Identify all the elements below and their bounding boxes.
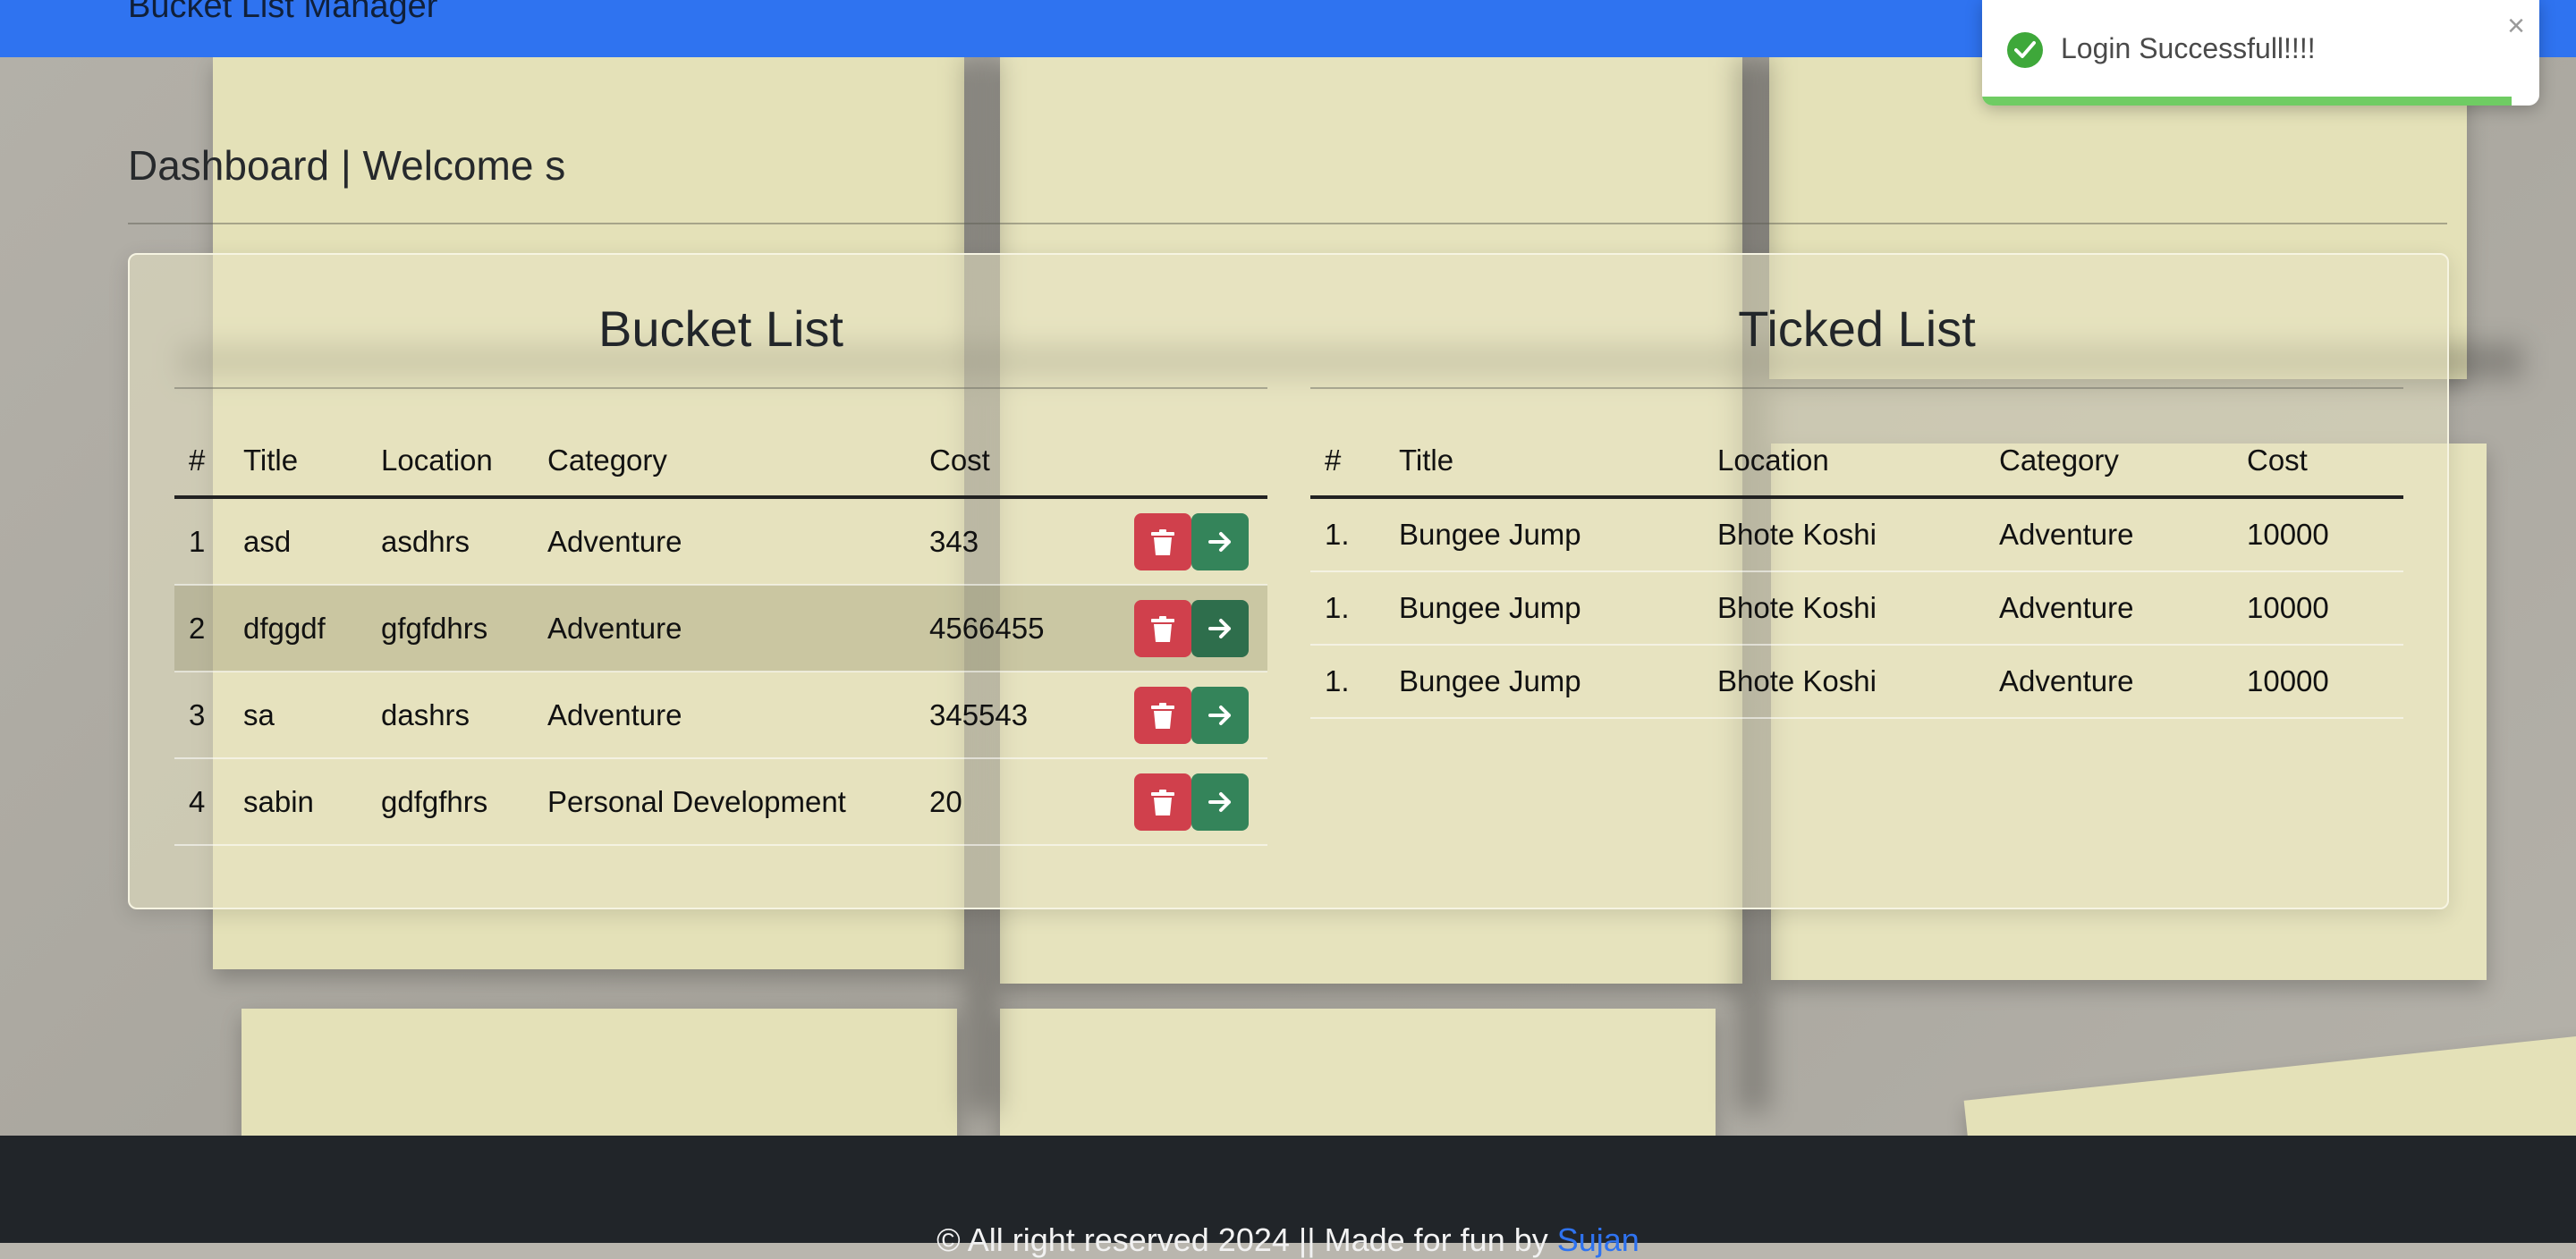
row-cost: 343 [929,497,1134,586]
row-category: Adventure [1999,497,2247,572]
row-title: asd [243,497,381,586]
row-category: Adventure [1999,645,2247,719]
tick-button[interactable] [1191,512,1249,570]
tick-button[interactable] [1191,599,1249,657]
row-cost: 10000 [2247,645,2403,719]
column-header-location: Location [1717,425,1999,499]
footer: © All right reserved 2024 || Made for fu… [0,1136,2576,1258]
trash-icon [1151,528,1174,555]
delete-button[interactable] [1134,773,1191,831]
table-row: 1 asd asdhrs Adventure 343 [174,497,1267,586]
trash-icon [1151,789,1174,815]
row-title: Bungee Jump [1399,497,1717,572]
row-location: gdfgfhrs [381,758,547,846]
page-title: Dashboard | Welcome s [128,142,566,189]
column-header-location: Location [381,425,547,499]
arrow-right-icon [1208,618,1231,638]
author-link[interactable]: Sujan [1557,1221,1640,1258]
bucket-table: # Title Location Category Cost 1 asd asd… [174,425,1267,846]
row-cost: 4566455 [929,585,1134,672]
row-category: Adventure [547,497,929,586]
table-row: 3 sa dashrs Adventure 345543 [174,672,1267,759]
table-header-row: # Title Location Category Cost [174,425,1267,499]
row-cost: 20 [929,758,1134,846]
toast-progress-bar [1982,97,2512,106]
dashboard-panel: Bucket List # Title Location Category Co… [128,253,2449,909]
column-header-num: # [1310,425,1399,499]
column-header-category: Category [547,425,929,499]
tick-button[interactable] [1191,773,1249,831]
row-location: Bhote Koshi [1717,497,1999,572]
row-title: sa [243,672,381,759]
footer-text: © All right reserved 2024 || Made for fu… [0,1221,2576,1259]
row-category: Personal Development [547,758,929,846]
row-number: 2 [174,585,243,672]
row-number: 3 [174,672,243,759]
row-actions [1134,497,1267,586]
row-location: asdhrs [381,497,547,586]
column-header-category: Category [1999,425,2247,499]
row-number: 1. [1310,497,1399,572]
arrow-right-icon [1208,791,1231,812]
row-number: 1 [174,497,243,586]
row-cost: 345543 [929,672,1134,759]
table-row: 2 dfggdf gfgfdhrs Adventure 4566455 [174,585,1267,672]
column-header-cost: Cost [929,425,1134,499]
row-category: Adventure [547,672,929,759]
trash-icon [1151,702,1174,729]
row-actions [1134,672,1267,759]
divider [128,223,2447,224]
row-category: Adventure [547,585,929,672]
row-number: 1. [1310,645,1399,719]
column-header-title: Title [1399,425,1717,499]
table-row: 1. Bungee Jump Bhote Koshi Adventure 100… [1310,645,2403,719]
brand-link[interactable]: Bucket List Manager [128,0,437,26]
login-toast: Login Successfull!!!! × [1982,0,2539,106]
row-actions [1134,758,1267,846]
row-actions [1134,585,1267,672]
ticked-list-title: Ticked List [1738,300,1976,357]
row-number: 1. [1310,571,1399,646]
trash-icon [1151,615,1174,642]
toast-message: Login Successfull!!!! [2061,32,2316,64]
ticked-divider [1310,387,2403,389]
delete-button[interactable] [1134,686,1191,744]
row-cost: 10000 [2247,571,2403,646]
row-location: gfgfdhrs [381,585,547,672]
row-title: Bungee Jump [1399,645,1717,719]
row-location: Bhote Koshi [1717,571,1999,646]
row-number: 4 [174,758,243,846]
row-category: Adventure [1999,571,2247,646]
arrow-right-icon [1208,705,1231,725]
row-title: Bungee Jump [1399,571,1717,646]
check-circle-icon [2007,32,2043,68]
footer-copyright: © All right reserved 2024 || Made for fu… [936,1221,1557,1258]
ticked-table: # Title Location Category Cost 1. Bungee… [1310,425,2403,719]
delete-button[interactable] [1134,599,1191,657]
table-header-row: # Title Location Category Cost [1310,425,2403,499]
bucket-divider [174,387,1267,389]
tick-button[interactable] [1191,686,1249,744]
column-header-actions [1134,425,1267,499]
table-row: 4 sabin gdfgfhrs Personal Development 20 [174,758,1267,846]
row-location: Bhote Koshi [1717,645,1999,719]
column-header-cost: Cost [2247,425,2403,499]
row-cost: 10000 [2247,497,2403,572]
column-header-title: Title [243,425,381,499]
table-row: 1. Bungee Jump Bhote Koshi Adventure 100… [1310,571,2403,646]
arrow-right-icon [1208,531,1231,552]
column-header-num: # [174,425,243,499]
table-row: 1. Bungee Jump Bhote Koshi Adventure 100… [1310,497,2403,572]
close-icon[interactable]: × [2507,11,2525,41]
row-title: dfggdf [243,585,381,672]
bucket-list-title: Bucket List [598,300,843,357]
row-location: dashrs [381,672,547,759]
delete-button[interactable] [1134,512,1191,570]
row-title: sabin [243,758,381,846]
